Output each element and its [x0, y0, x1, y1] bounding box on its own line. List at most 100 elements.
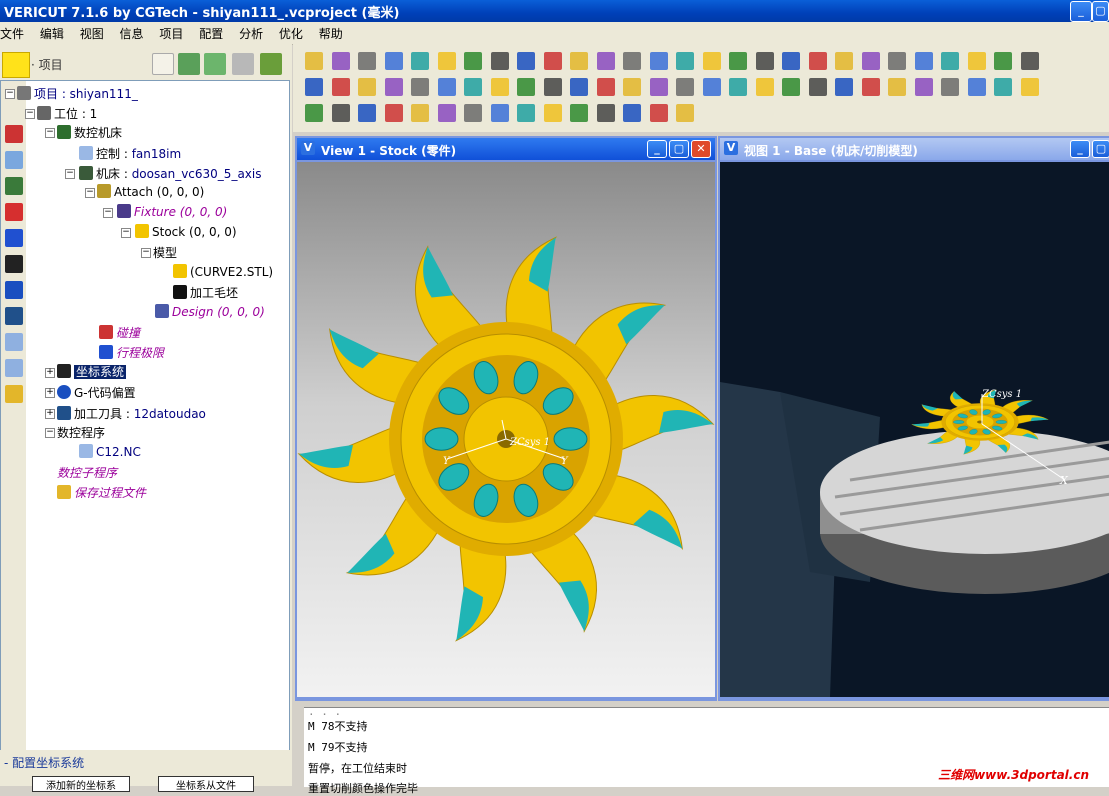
toolbar-tool-icon[interactable] [1020, 78, 1039, 96]
toolbar-tool-icon[interactable] [649, 78, 668, 96]
toolbar-tool-icon[interactable] [543, 52, 562, 70]
toolbar-tool-icon[interactable] [517, 52, 535, 70]
collision-tool-icon[interactable] [5, 125, 23, 143]
toolbar-tool-icon[interactable] [702, 78, 721, 96]
toolbar-tool-icon[interactable] [994, 78, 1012, 96]
toolbar-tool-icon[interactable] [861, 52, 880, 70]
toolbar-tool-icon[interactable] [676, 52, 694, 70]
toolbar-tool-icon[interactable] [437, 78, 456, 96]
expander[interactable]: + [45, 368, 55, 378]
toolbar-tool-icon[interactable] [543, 104, 562, 122]
open-folder-icon[interactable] [204, 53, 226, 75]
view1-canvas[interactable]: ZCsys 1 Y Y [297, 162, 715, 697]
expander[interactable]: − [85, 188, 95, 198]
toolbar-tool-icon[interactable] [517, 104, 535, 122]
menu-help[interactable]: 帮助 [313, 22, 349, 42]
tree-control[interactable]: 控制 : fan18im [79, 145, 181, 162]
toolbar-tool-icon[interactable] [941, 52, 959, 70]
toolbar-tool-icon[interactable] [676, 104, 694, 122]
toolbar-tool-icon[interactable] [570, 52, 588, 70]
open-icon[interactable] [178, 53, 200, 75]
toolbar-tool-icon[interactable] [676, 78, 694, 96]
view1-window[interactable]: V View 1 - Stock (零件) _ ▢ ✕ ZCsys 1 Y Y [295, 136, 717, 701]
toolbar-tool-icon[interactable] [888, 52, 906, 70]
expander[interactable]: − [121, 228, 131, 238]
tree-csys[interactable]: 坐标系统 [57, 363, 127, 380]
toolbar-tool-icon[interactable] [808, 52, 827, 70]
menu-file[interactable]: 文件 [0, 22, 30, 42]
toolbar-tool-icon[interactable] [490, 52, 509, 70]
toolbar-tool-icon[interactable] [755, 78, 774, 96]
tree-collision[interactable]: 碰撞 [99, 324, 140, 341]
toolbar-tool-icon[interactable] [702, 52, 721, 70]
view1-close-button[interactable]: ✕ [691, 140, 711, 158]
menu-config[interactable]: 配置 [193, 22, 229, 42]
toolbar-tool-icon[interactable] [623, 78, 641, 96]
menu-edit[interactable]: 编辑 [34, 22, 70, 42]
toolbar-tool-icon[interactable] [437, 52, 456, 70]
menu-view[interactable]: 视图 [74, 22, 110, 42]
expander[interactable]: − [45, 428, 55, 438]
project-tree-icon[interactable] [2, 52, 30, 78]
arrow-tool-icon[interactable] [5, 229, 23, 247]
toolbar-tool-icon[interactable] [729, 78, 747, 96]
toolbar-tool-icon[interactable] [411, 52, 429, 70]
toolbar-tool-icon[interactable] [623, 104, 641, 122]
toolbar-tool-icon[interactable] [384, 104, 403, 122]
tree-setup[interactable]: 工位 : 1 [37, 105, 97, 122]
tree-model[interactable]: 模型 [153, 244, 177, 261]
toolbar-tool-icon[interactable] [649, 52, 668, 70]
toolbar-tool-icon[interactable] [808, 78, 827, 96]
view1-minimize-button[interactable]: _ [647, 140, 667, 158]
add-csys-button[interactable]: 添加新的坐标系 [32, 776, 130, 792]
view2-minimize-button[interactable]: _ [1070, 140, 1090, 158]
toolbar-tool-icon[interactable] [384, 52, 403, 70]
toolbar-tool-icon[interactable] [941, 78, 959, 96]
toolbar-tool-icon[interactable] [411, 78, 429, 96]
toolbar-tool-icon[interactable] [835, 52, 853, 70]
toolbar-tool-icon[interactable] [914, 52, 933, 70]
tree-project[interactable]: 项目 : shiyan111_ [17, 85, 138, 102]
toolbar-tool-icon[interactable] [967, 78, 986, 96]
toolbar-tool-icon[interactable] [358, 52, 376, 70]
properties-icon[interactable] [152, 53, 174, 75]
tree-attach[interactable]: Attach (0, 0, 0) [97, 184, 204, 199]
tree-stock[interactable]: Stock (0, 0, 0) [135, 224, 237, 239]
expander[interactable]: − [45, 128, 55, 138]
toolbar-tool-icon[interactable] [358, 78, 376, 96]
view2-window[interactable]: V 视图 1 - Base (机床/切削模型) _ ▢ ZCsys 1 X [718, 136, 1109, 701]
toolbar-tool-icon[interactable] [411, 104, 429, 122]
menu-info[interactable]: 信息 [114, 22, 150, 42]
toolbar-tool-icon[interactable] [437, 104, 456, 122]
toolbar-tool-icon[interactable] [517, 78, 535, 96]
toolbar-tool-icon[interactable] [543, 78, 562, 96]
toolbar-tool-icon[interactable] [464, 52, 482, 70]
tree-nc-file[interactable]: C12.NC [79, 444, 141, 459]
toolbar-tool-icon[interactable] [570, 78, 588, 96]
toolbar-tool-icon[interactable] [782, 52, 800, 70]
csys-tool-icon[interactable] [5, 255, 23, 273]
tree-machine-group[interactable]: 数控机床 [57, 124, 122, 141]
burst-tool-icon[interactable] [5, 203, 23, 221]
toolbar-tool-icon[interactable] [570, 104, 588, 122]
toolbar-tool-icon[interactable] [649, 104, 668, 122]
toolbar-tool-icon[interactable] [888, 78, 906, 96]
control-tool-icon[interactable] [5, 151, 23, 169]
toolbar-tool-icon[interactable] [331, 52, 350, 70]
toolbar-tool-icon[interactable] [384, 78, 403, 96]
expander[interactable]: + [45, 409, 55, 419]
csys-from-file-button[interactable]: 坐标系从文件 [158, 776, 254, 792]
toolbar-tool-icon[interactable] [914, 78, 933, 96]
toolbar-tool-icon[interactable] [490, 104, 509, 122]
view2-maximize-button[interactable]: ▢ [1092, 140, 1109, 158]
tree-machine[interactable]: 机床 : doosan_vc630_5_axis [79, 165, 261, 182]
tree-save-process[interactable]: 保存过程文件 [57, 484, 146, 501]
nc-tool-icon[interactable] [5, 333, 23, 351]
expander[interactable]: − [65, 169, 75, 179]
menu-analysis[interactable]: 分析 [233, 22, 269, 42]
view2-canvas[interactable]: ZCsys 1 X [720, 162, 1109, 697]
toolbar-tool-icon[interactable] [305, 52, 323, 70]
toolbar-tool-icon[interactable] [464, 104, 482, 122]
toolbar-tool-icon[interactable] [331, 104, 350, 122]
toolbar-tool-icon[interactable] [755, 52, 774, 70]
